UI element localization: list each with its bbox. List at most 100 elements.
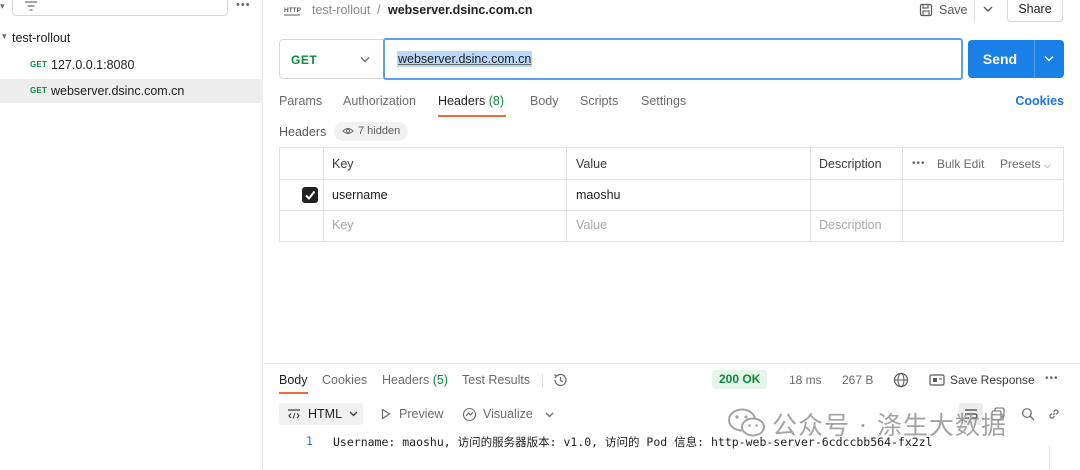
tab-body[interactable]: Body [530, 94, 559, 108]
breadcrumb-separator: / [377, 3, 381, 17]
chevron-down-icon [349, 411, 358, 417]
save-label: Save [939, 3, 968, 17]
tab-scripts[interactable]: Scripts [580, 94, 618, 108]
url-input[interactable]: webserver.dsinc.com.cn [383, 38, 963, 80]
http-icon: HTTP [284, 7, 301, 16]
header-row-checkbox[interactable] [302, 187, 318, 203]
sidebar-search-input[interactable] [12, 0, 228, 16]
line-number: 1 [306, 434, 313, 448]
response-size[interactable]: 267 B [842, 373, 873, 387]
response-tab-cookies[interactable]: Cookies [322, 373, 367, 387]
wechat-icon [728, 408, 765, 437]
method-value: GET [291, 53, 318, 67]
chevron-down-icon[interactable] [1043, 55, 1055, 63]
sidebar-request-item-active[interactable]: GET webserver.dsinc.com.cn [0, 79, 263, 103]
save-response-icon [929, 374, 945, 386]
request-header: HTTP test-rollout / webserver.dsinc.com.… [264, 0, 1080, 28]
divider [323, 148, 324, 241]
active-tab-indicator [279, 392, 308, 394]
preview-button[interactable]: Preview [381, 407, 443, 421]
response-tabs: Body Cookies Headers (5) Test Results 20… [279, 370, 1064, 394]
visualize-button[interactable]: Visualize [462, 407, 554, 422]
tab-headers[interactable]: Headers (8) [438, 94, 504, 108]
history-icon[interactable] [552, 372, 568, 388]
cookies-link[interactable]: Cookies [1015, 94, 1064, 108]
save-icon [919, 3, 933, 17]
visualize-label: Visualize [483, 407, 533, 421]
divider [280, 179, 1063, 180]
divider [566, 148, 567, 241]
pane-divider[interactable] [264, 363, 1080, 364]
response-tab-headers-label: Headers [382, 373, 430, 387]
svg-text:HTTP: HTTP [284, 7, 301, 14]
method-select[interactable]: GET [279, 39, 383, 79]
sidebar: ▾ ••• ▾ test-rollout GET 127.0.0.1:8080 … [0, 0, 263, 470]
breadcrumb-request[interactable]: webserver.dsinc.com.cn [388, 3, 533, 17]
status-badge[interactable]: 200 OK [712, 370, 768, 389]
active-tab-indicator [438, 115, 506, 117]
format-select[interactable]: HTML [279, 403, 363, 425]
filter-icon[interactable] [24, 0, 38, 12]
visualize-icon [462, 407, 477, 422]
share-button[interactable]: Share [1007, 0, 1063, 22]
play-icon [381, 408, 391, 420]
tab-headers-count: (8) [488, 94, 505, 108]
new-header-description-input[interactable]: Description [819, 218, 882, 232]
headers-table: Key Value Description ••• Bulk Edit Pres… [279, 147, 1064, 242]
save-response-button[interactable]: Save Response [950, 373, 1035, 387]
chevron-down-icon[interactable] [982, 4, 994, 14]
chevron-down-icon[interactable]: ▾ [0, 1, 5, 12]
more-icon[interactable]: ••• [1045, 373, 1059, 384]
divider [280, 210, 1063, 211]
chevron-down-icon[interactable]: ▾ [2, 31, 7, 42]
bulk-edit-button[interactable]: Bulk Edit [937, 157, 984, 171]
sidebar-toolbar: ▾ ••• [0, 0, 263, 20]
tab-authorization[interactable]: Authorization [343, 94, 416, 108]
watermark: 公众号 · 涤生大数据 [720, 400, 1060, 450]
divider [1034, 40, 1035, 78]
more-icon[interactable]: ••• [236, 0, 251, 11]
format-label: HTML [308, 407, 343, 421]
response-tab-test-results[interactable]: Test Results [462, 373, 530, 387]
chevron-down-icon[interactable] [545, 412, 554, 418]
collection-name: test-rollout [12, 31, 71, 45]
column-header-key: Key [332, 157, 354, 171]
header-value-cell[interactable]: maoshu [576, 188, 620, 202]
watermark-text: 公众号 · 涤生大数据 [772, 411, 1007, 440]
send-button[interactable]: Send [968, 40, 1064, 78]
response-tab-headers[interactable]: Headers (5) [382, 373, 448, 387]
header-key-cell[interactable]: username [332, 188, 388, 202]
presets-label: Presets [1000, 157, 1041, 171]
more-icon[interactable]: ••• [912, 158, 926, 169]
new-header-value-input[interactable]: Value [576, 218, 607, 232]
save-button[interactable]: Save [919, 0, 968, 21]
collection-test-rollout[interactable]: ▾ test-rollout [0, 30, 263, 48]
sidebar-request-item[interactable]: GET 127.0.0.1:8080 [0, 53, 263, 77]
code-icon [288, 409, 300, 419]
tab-params[interactable]: Params [279, 94, 322, 108]
presets-dropdown[interactable]: Presets ⌵ [1000, 157, 1051, 171]
send-label: Send [982, 51, 1018, 67]
request-name: webserver.dsinc.com.cn [51, 84, 185, 98]
hidden-headers-toggle[interactable]: 7 hidden [334, 122, 409, 141]
divider [974, 0, 975, 22]
request-method-badge: GET [30, 86, 48, 95]
checkbox-checked-icon [305, 190, 316, 201]
headers-label: Headers [279, 125, 327, 139]
new-header-key-input[interactable]: Key [332, 218, 354, 232]
url-text[interactable]: webserver.dsinc.com.cn [397, 51, 533, 67]
response-time[interactable]: 18 ms [789, 373, 822, 387]
eye-icon [342, 128, 354, 134]
divider [902, 148, 903, 241]
globe-icon[interactable] [893, 372, 909, 388]
tab-settings[interactable]: Settings [641, 94, 686, 108]
preview-label: Preview [399, 407, 444, 421]
chevron-down-icon: ⌵ [1044, 160, 1051, 170]
column-header-value: Value [576, 157, 608, 171]
response-headers-count: (5) [432, 373, 449, 387]
request-method-badge: GET [30, 60, 48, 69]
divider [542, 374, 543, 388]
response-tab-body[interactable]: Body [279, 373, 308, 387]
chevron-down-icon [360, 57, 370, 63]
breadcrumb-collection[interactable]: test-rollout [312, 3, 370, 17]
